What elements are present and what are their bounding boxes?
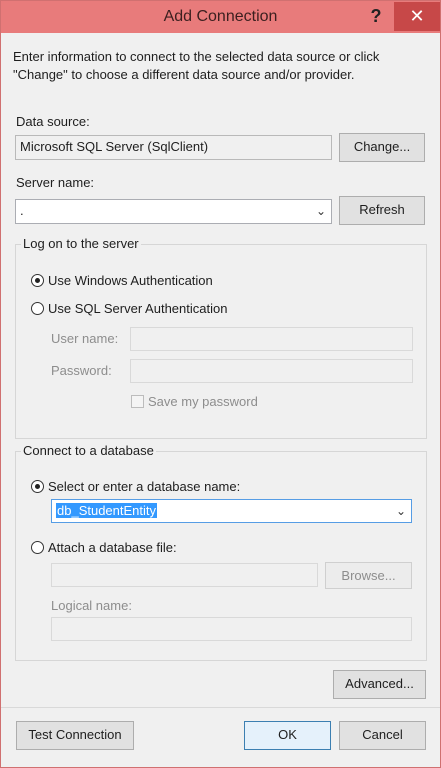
chevron-down-icon[interactable]: ⌄ — [393, 500, 409, 522]
select-database-radio[interactable] — [31, 480, 44, 493]
database-name-value: db_StudentEntity — [56, 503, 158, 518]
windows-auth-radio[interactable] — [31, 274, 44, 287]
logical-name-label: Logical name: — [51, 598, 132, 613]
advanced-button[interactable]: Advanced... — [333, 670, 426, 699]
footer-separator — [1, 707, 440, 708]
help-button[interactable]: ? — [363, 3, 389, 29]
windows-auth-label[interactable]: Use Windows Authentication — [48, 273, 213, 288]
select-database-label[interactable]: Select or enter a database name: — [48, 479, 240, 494]
sql-auth-radio[interactable] — [31, 302, 44, 315]
database-name-combobox[interactable]: db_StudentEntity ⌄ — [51, 499, 412, 523]
radio-selected-dot — [35, 278, 40, 283]
radio-selected-dot — [35, 484, 40, 489]
logical-name-input[interactable] — [51, 617, 412, 641]
ok-button[interactable]: OK — [244, 721, 331, 750]
attach-database-label[interactable]: Attach a database file: — [48, 540, 177, 555]
change-button[interactable]: Change... — [339, 133, 425, 162]
refresh-button[interactable]: Refresh — [339, 196, 425, 225]
save-password-checkbox[interactable] — [131, 395, 144, 408]
logon-group-title: Log on to the server — [21, 236, 141, 251]
password-label: Password: — [51, 363, 112, 378]
data-source-label: Data source: — [16, 114, 90, 129]
username-label: User name: — [51, 331, 119, 346]
attach-database-radio[interactable] — [31, 541, 44, 554]
username-input[interactable] — [130, 327, 413, 351]
database-group-title: Connect to a database — [21, 443, 156, 458]
chevron-down-icon[interactable]: ⌄ — [313, 200, 329, 223]
cancel-button[interactable]: Cancel — [339, 721, 426, 750]
browse-button[interactable]: Browse... — [325, 562, 412, 589]
data-source-field: Microsoft SQL Server (SqlClient) — [15, 135, 332, 160]
close-button[interactable]: ✕ — [394, 2, 440, 31]
add-connection-dialog: Add Connection ? ✕ Enter information to … — [0, 0, 441, 768]
server-name-combobox[interactable]: . ⌄ — [15, 199, 332, 224]
sql-auth-label[interactable]: Use SQL Server Authentication — [48, 301, 227, 316]
attach-file-input[interactable] — [51, 563, 318, 587]
save-password-label: Save my password — [148, 394, 258, 409]
test-connection-button[interactable]: Test Connection — [16, 721, 134, 750]
password-input[interactable] — [130, 359, 413, 383]
title-bar: Add Connection ? ✕ — [1, 1, 440, 33]
description-text: Enter information to connect to the sele… — [13, 49, 380, 82]
server-name-value: . — [20, 203, 24, 218]
close-icon: ✕ — [409, 6, 425, 26]
server-name-label: Server name: — [16, 175, 95, 190]
